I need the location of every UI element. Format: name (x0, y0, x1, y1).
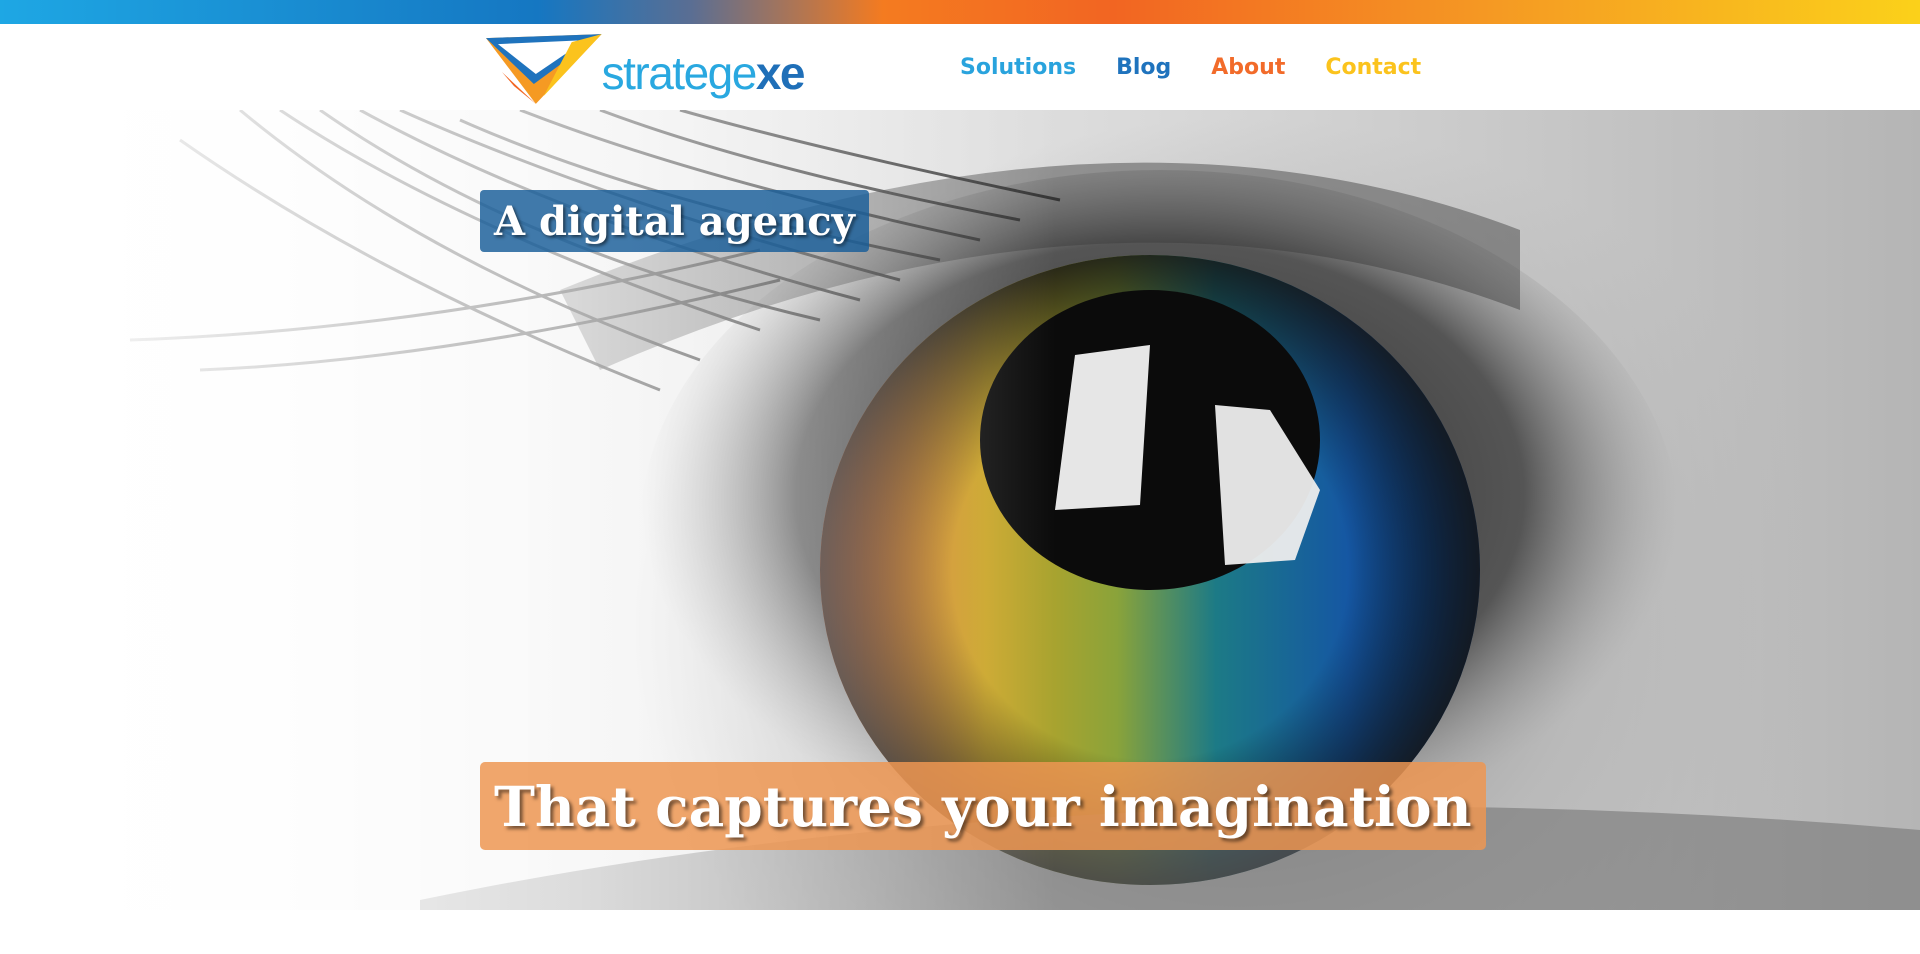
logo-triangle-icon (485, 34, 602, 104)
logo-text-light: stratege (601, 47, 758, 99)
hero-caption-small: A digital agency (480, 190, 869, 252)
logo-text-bold: xe (755, 47, 806, 99)
main-nav: Solutions Blog About Contact (960, 24, 1421, 110)
logo-wordmark: strategexe (601, 46, 806, 100)
page-bottom-space (0, 910, 1920, 954)
hero-caption-big: That captures your imagination (480, 762, 1486, 850)
nav-about[interactable]: About (1211, 55, 1285, 80)
site-logo[interactable]: strategexe (484, 32, 806, 108)
top-gradient-bar (0, 0, 1920, 24)
nav-contact[interactable]: Contact (1325, 55, 1421, 80)
nav-solutions[interactable]: Solutions (960, 55, 1076, 80)
nav-blog[interactable]: Blog (1116, 55, 1171, 80)
hero-banner: A digital agency That captures your imag… (0, 110, 1920, 910)
site-header: strategexe Solutions Blog About Contact (0, 24, 1920, 110)
